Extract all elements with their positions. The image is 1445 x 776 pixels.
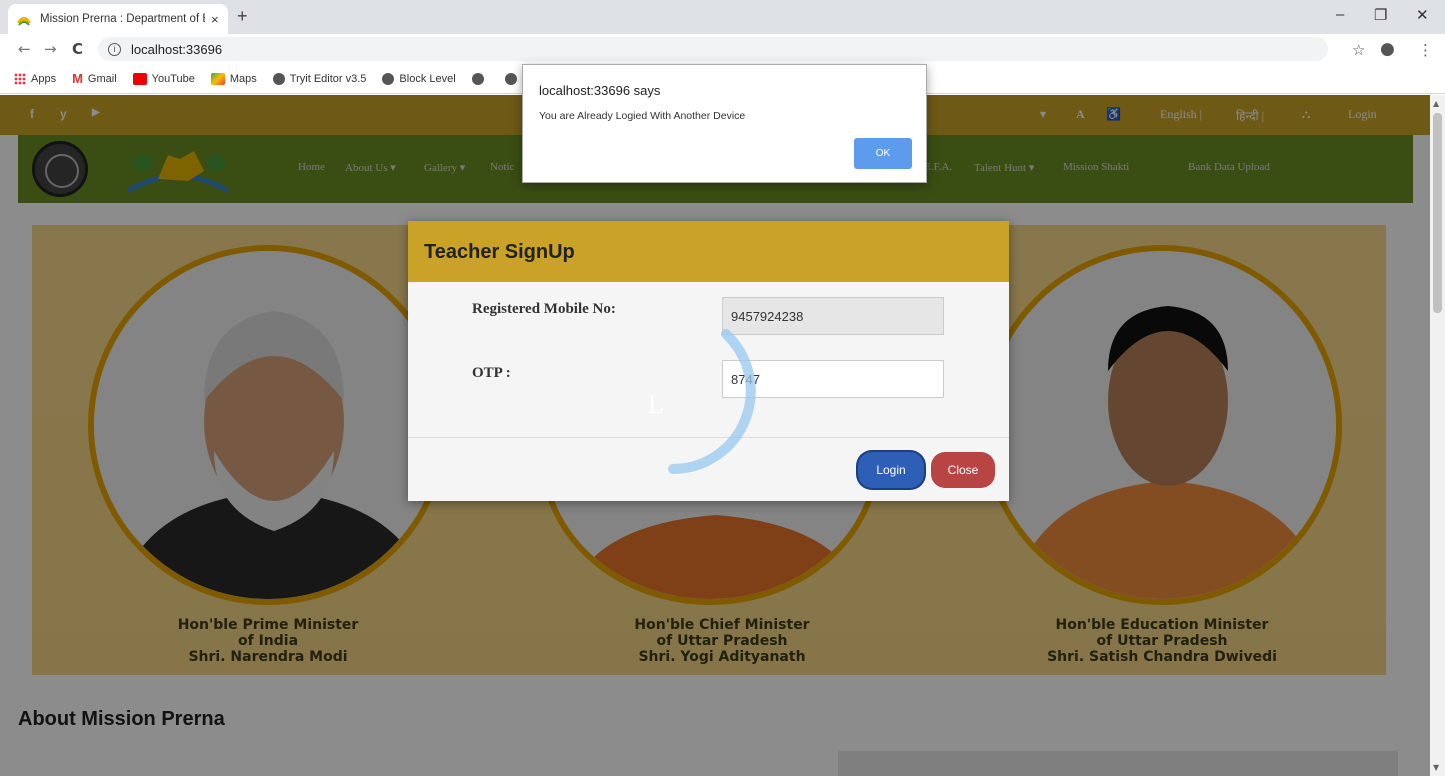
login-button[interactable]: Login <box>858 452 924 488</box>
bookmark-label: Maps <box>229 72 257 85</box>
bookmark-label: Block Level <box>399 72 456 85</box>
address-bar-row: ← → C i localhost:33696 ☆ ● ⋮ <box>0 34 1445 64</box>
tab-close-icon[interactable]: × <box>211 12 219 27</box>
globe-icon <box>504 72 517 85</box>
browser-tab-bar: Mission Prerna : Department of Basic Edu… <box>0 0 1445 34</box>
alert-message: You are Already Logied With Another Devi… <box>539 110 746 122</box>
scroll-down-icon[interactable]: ▼ <box>1433 763 1439 772</box>
window-close-icon[interactable]: ✕ <box>1416 6 1429 24</box>
forward-icon[interactable]: → <box>44 40 57 58</box>
url-text: localhost:33696 <box>131 41 223 57</box>
bookmark-tryit[interactable]: Tryit Editor v3.5 <box>272 72 367 85</box>
modal-title: Teacher SignUp <box>424 241 575 263</box>
globe-icon <box>382 72 395 85</box>
site-info-icon[interactable]: i <box>108 42 121 56</box>
page-scrollbar[interactable]: ▲ ▼ <box>1430 95 1445 776</box>
bookmark-unnamed-2[interactable] <box>504 72 522 85</box>
globe-icon <box>471 72 484 85</box>
bookmark-maps[interactable]: Maps <box>210 72 257 85</box>
bookmark-label: Apps <box>31 72 57 85</box>
youtube-icon <box>132 72 147 85</box>
scroll-up-icon[interactable]: ▲ <box>1433 99 1439 108</box>
loading-spinner-icon <box>668 329 756 474</box>
bookmark-apps[interactable]: Apps <box>14 72 57 85</box>
back-icon[interactable]: ← <box>18 40 31 58</box>
gmail-icon: M <box>72 71 83 86</box>
alert-title: localhost:33696 says <box>539 83 661 98</box>
browser-tab[interactable]: Mission Prerna : Department of Basic Edu… <box>8 4 228 34</box>
menu-kebab-icon[interactable]: ⋮ <box>1418 41 1433 59</box>
alert-ok-button[interactable]: OK <box>854 138 912 169</box>
globe-icon <box>272 72 285 85</box>
new-tab-button[interactable]: + <box>237 6 248 27</box>
browser-alert-dialog: localhost:33696 says You are Already Log… <box>522 64 927 183</box>
bookmark-block-level[interactable]: Block Level <box>382 72 456 85</box>
omnibox[interactable]: i localhost:33696 <box>98 37 1328 61</box>
screen: Mission Prerna : Department of Basic Edu… <box>0 0 1445 776</box>
bookmark-youtube[interactable]: YouTube <box>132 72 195 85</box>
bookmark-label: Gmail <box>87 72 117 85</box>
spinner-letter: L <box>648 390 664 419</box>
site-favicon-icon <box>16 12 32 26</box>
bookmark-label: YouTube <box>151 72 195 85</box>
modal-header: Teacher SignUp <box>408 221 1009 282</box>
bookmark-label: Tryit Editor v3.5 <box>289 72 367 85</box>
minimize-icon[interactable]: – <box>1336 6 1344 23</box>
maps-icon <box>210 72 225 85</box>
restore-icon[interactable]: ❐ <box>1374 6 1387 24</box>
scrollbar-thumb[interactable] <box>1433 113 1442 313</box>
bookmark-star-icon[interactable]: ☆ <box>1352 41 1365 59</box>
close-button[interactable]: Close <box>931 452 995 488</box>
tab-title: Mission Prerna : Department of Basic Edu… <box>40 13 205 25</box>
otp-label: OTP : <box>472 365 511 381</box>
mobile-label: Registered Mobile No: <box>472 301 616 317</box>
reload-icon[interactable]: C <box>72 40 83 58</box>
profile-icon[interactable]: ● <box>1380 39 1395 59</box>
bookmark-unnamed-1[interactable] <box>471 72 489 85</box>
bookmark-gmail[interactable]: M Gmail <box>72 71 117 86</box>
apps-grid-icon <box>14 72 26 85</box>
